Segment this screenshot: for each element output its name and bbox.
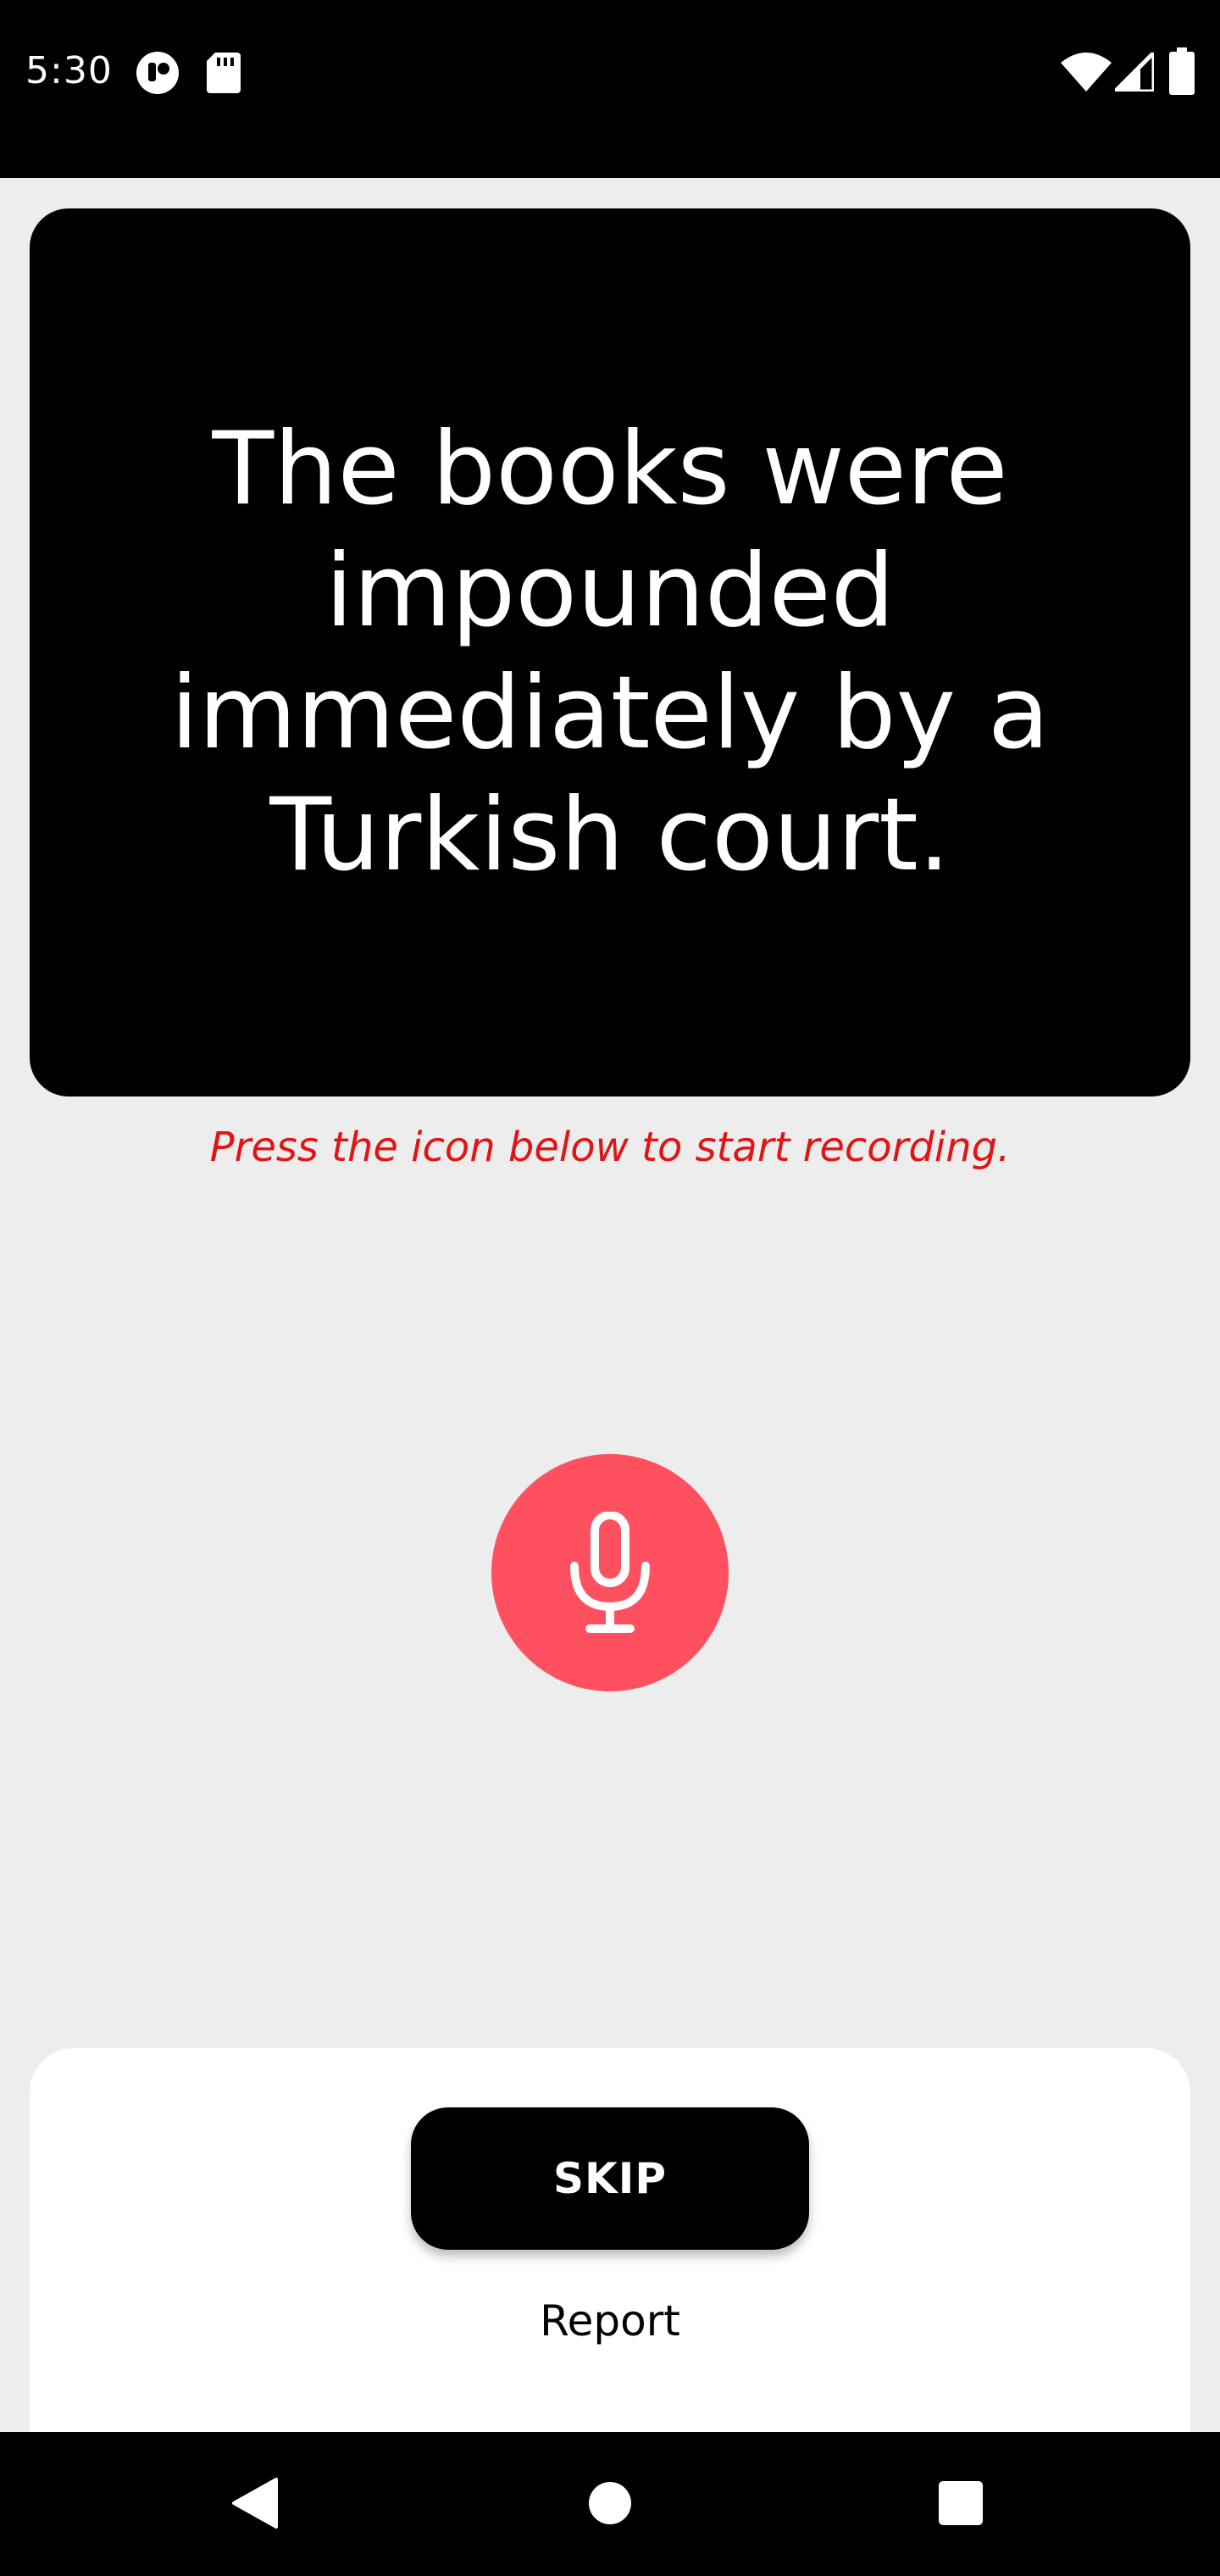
sd-card-icon bbox=[207, 53, 241, 93]
sentence-card: The books were impounded immediately by … bbox=[30, 208, 1190, 1096]
skip-button[interactable]: SKIP bbox=[411, 2107, 809, 2250]
status-bar: 5:30 bbox=[0, 0, 1220, 178]
status-time: 5:30 bbox=[25, 49, 113, 92]
battery-icon bbox=[1169, 47, 1195, 95]
microphone-icon bbox=[570, 1512, 650, 1633]
recording-hint: Press the icon below to start recording. bbox=[209, 1124, 1011, 1171]
notification-app-icon bbox=[136, 52, 179, 94]
record-button[interactable] bbox=[491, 1454, 729, 1691]
recents-icon[interactable] bbox=[939, 2481, 983, 2525]
cell-signal-icon bbox=[1115, 53, 1154, 92]
home-icon[interactable] bbox=[588, 2481, 632, 2525]
sentence-text: The books were impounded immediately by … bbox=[170, 411, 1050, 894]
navigation-bar bbox=[0, 2432, 1220, 2576]
back-icon[interactable] bbox=[230, 2478, 278, 2529]
report-link[interactable]: Report bbox=[0, 2296, 1220, 2346]
wifi-icon bbox=[1061, 53, 1112, 92]
